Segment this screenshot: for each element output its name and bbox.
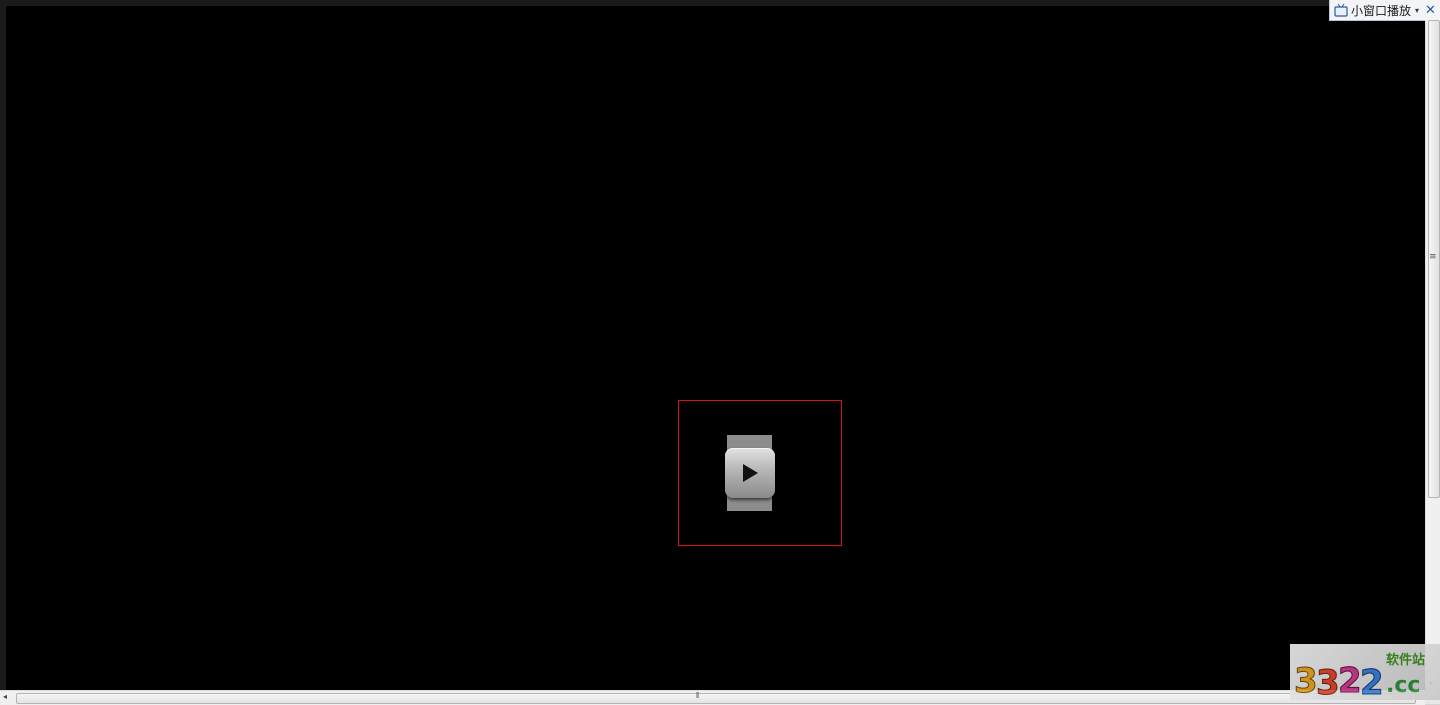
browser-window: 小窗口播放 ▾ ✕ ≡ ▾ ◂ ⦀ 3 3 2 2 .cc 软件站 bbox=[0, 0, 1440, 705]
scrollbar-grip-icon: ≡ bbox=[1429, 252, 1437, 262]
play-icon bbox=[743, 464, 758, 482]
play-button-container bbox=[678, 400, 842, 546]
horizontal-scrollbar[interactable]: ◂ ⦀ bbox=[0, 690, 1425, 705]
horizontal-scrollbar-thumb[interactable] bbox=[16, 693, 1416, 704]
vertical-scrollbar[interactable]: ≡ ▾ bbox=[1425, 20, 1440, 690]
svg-text:3: 3 bbox=[1316, 663, 1340, 700]
play-button[interactable] bbox=[725, 448, 775, 498]
scrollbar-grip-icon: ⦀ bbox=[696, 691, 700, 700]
mini-window-play-label[interactable]: 小窗口播放 bbox=[1351, 2, 1411, 19]
scroll-left-arrow-icon[interactable]: ◂ bbox=[3, 692, 7, 701]
svg-text:.cc: .cc bbox=[1386, 673, 1420, 698]
svg-text:3: 3 bbox=[1294, 661, 1318, 700]
chevron-down-icon[interactable]: ▾ bbox=[1415, 6, 1419, 15]
tv-icon bbox=[1334, 3, 1348, 17]
video-player-area[interactable] bbox=[6, 6, 1425, 690]
site-watermark: 3 3 2 2 .cc 软件站 bbox=[1290, 644, 1440, 700]
svg-text:2: 2 bbox=[1360, 663, 1384, 700]
close-icon[interactable]: ✕ bbox=[1425, 4, 1436, 17]
mini-window-play-toolbar[interactable]: 小窗口播放 ▾ ✕ bbox=[1329, 0, 1440, 21]
watermark-subtitle: 软件站 bbox=[1386, 653, 1426, 668]
svg-text:2: 2 bbox=[1338, 661, 1362, 700]
